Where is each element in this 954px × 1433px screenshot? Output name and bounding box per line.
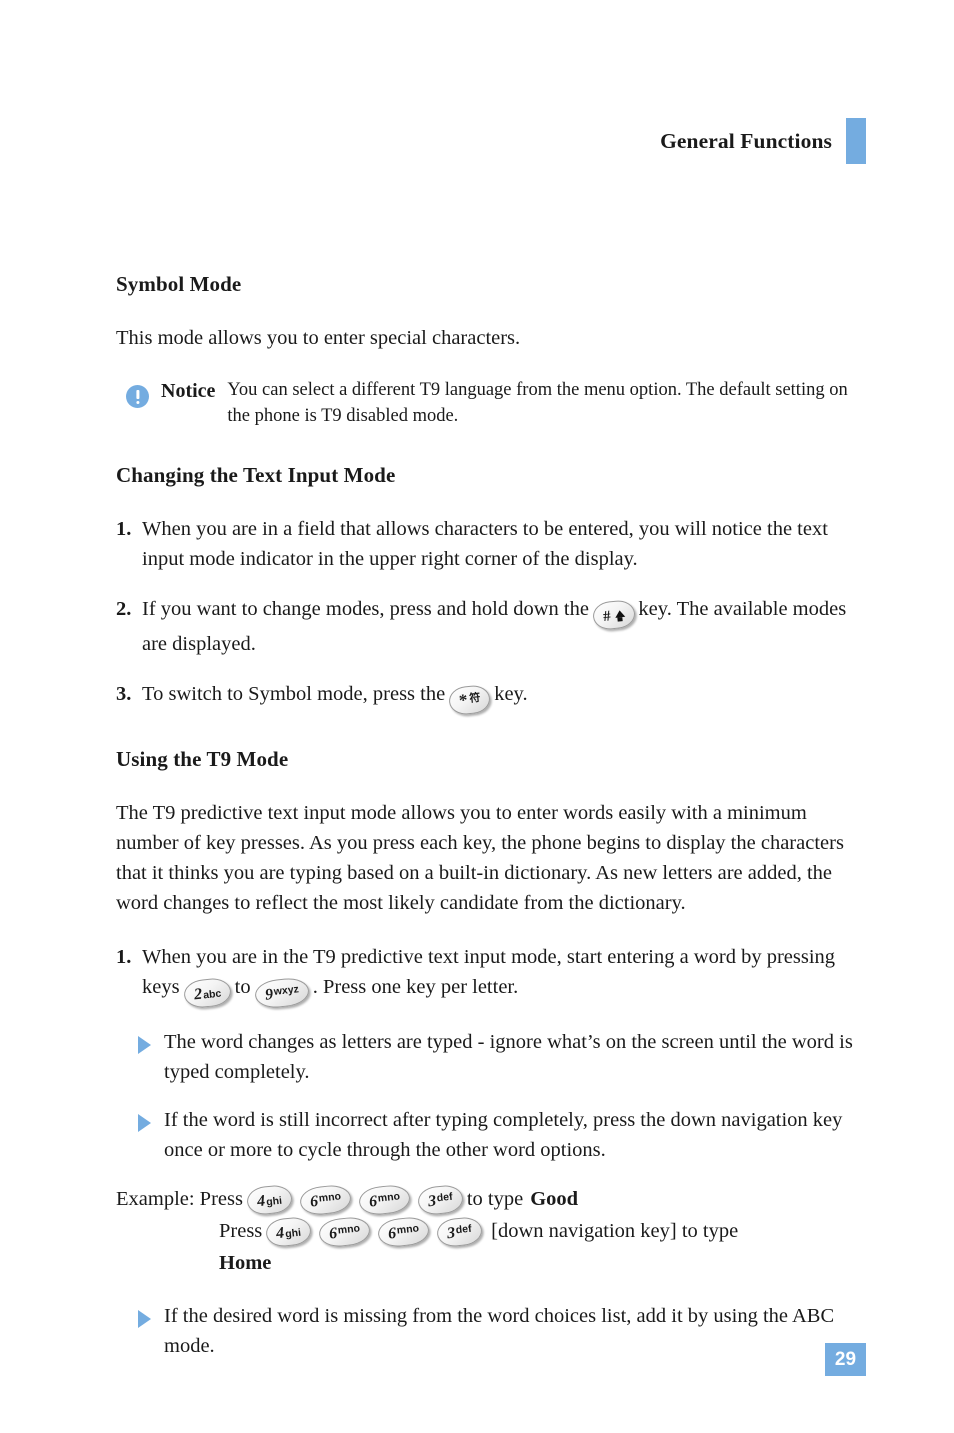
example-row-home: Press 4ghi 6mno 6mno 3def [down navigati… xyxy=(116,1214,858,1248)
step-text-before: If you want to change modes, press and h… xyxy=(142,598,589,620)
step-number: 1. xyxy=(116,518,132,540)
phone-key-6mno-icon: 6mno xyxy=(317,1214,372,1248)
list-item-t9-bullet-3: If the desired word is missing from the … xyxy=(116,1301,858,1361)
example-press-label: Press xyxy=(219,1219,263,1242)
phone-key-digit: 2 xyxy=(192,985,203,1004)
step-text: To switch to Symbol mode, press the *符 key… xyxy=(142,679,858,716)
phone-key-digit: 6 xyxy=(368,1192,378,1211)
phone-key-letters: mno xyxy=(317,1189,342,1205)
phone-key-letters: def xyxy=(455,1222,473,1236)
bullet-text: If the desired word is missing from the … xyxy=(164,1304,835,1357)
phone-key-digit: 9 xyxy=(263,985,274,1004)
step-text: When you are in the T9 predictive text i… xyxy=(142,942,858,1010)
list-item-step-2: 2. If you want to change modes, press an… xyxy=(116,594,858,659)
info-exclamation-icon xyxy=(126,385,149,408)
step-text-after: . Press one key per letter. xyxy=(312,976,519,998)
phone-key-3def-icon: 3def xyxy=(436,1215,484,1248)
phone-key-9wxyz-icon: 9wxyz xyxy=(253,976,311,1010)
example-row-home-word: Home xyxy=(116,1247,858,1279)
phone-key-letters: mno xyxy=(377,1189,401,1205)
paragraph-symbol-mode: This mode allows you to enter special ch… xyxy=(116,327,521,349)
list-item-t9-step-1: 1. When you are in the T9 predictive tex… xyxy=(116,942,858,1010)
heading-using-t9-mode: Using the T9 Mode xyxy=(116,747,289,771)
example-block: Example: Press 4ghi 6mno 6mno 3def to ty… xyxy=(116,1182,858,1279)
page-header: General Functions xyxy=(660,118,866,164)
step-text-after: key. xyxy=(494,682,528,705)
heading-symbol-mode: Symbol Mode xyxy=(116,272,242,296)
phone-key-letters: abc xyxy=(202,987,222,1002)
list-item-t9-bullet-1: The word changes as letters are typed - … xyxy=(116,1027,858,1087)
phone-key-digit: 4 xyxy=(275,1223,286,1242)
example-label: Example: Press xyxy=(116,1187,243,1210)
paragraph-t9-mode: The T9 predictive text input mode allows… xyxy=(116,802,844,914)
phone-key-star-icon: *符 xyxy=(447,683,492,716)
phone-key-digit: 6 xyxy=(308,1192,319,1211)
step-text: If you want to change modes, press and h… xyxy=(142,594,858,659)
phone-key-2abc-icon: 2abc xyxy=(182,976,232,1009)
step-number: 3. xyxy=(116,682,132,705)
notice-label: Notice xyxy=(161,380,216,402)
notice-text: You can select a different T9 language f… xyxy=(227,380,848,426)
heading-changing-text-input-mode: Changing the Text Input Mode xyxy=(116,463,396,487)
example-word-good: Good xyxy=(530,1187,579,1210)
phone-key-letters: ghi xyxy=(265,1194,283,1208)
document-content: Symbol Mode This mode allows you to ente… xyxy=(116,272,858,1379)
bullet-text: If the word is still incorrect after typ… xyxy=(164,1108,843,1161)
example-to-type: to type xyxy=(466,1187,524,1210)
cjk-symbol-icon: 符 xyxy=(468,690,481,705)
phone-key-digit: * xyxy=(458,689,469,710)
phone-key-letters: mno xyxy=(337,1221,361,1237)
shift-arrow-icon xyxy=(614,609,625,618)
step-text-before: To switch to Symbol mode, press the xyxy=(142,682,446,705)
step-number: 2. xyxy=(116,598,132,620)
example-word-home: Home xyxy=(219,1251,272,1274)
phone-key-letters: wxyz xyxy=(272,983,300,998)
notice-block: Notice You can select a different T9 lan… xyxy=(116,377,858,429)
triangle-bullet-icon xyxy=(138,1113,151,1132)
phone-key-letters: mno xyxy=(396,1221,420,1237)
example-down-nav-text: [down navigation key] to type xyxy=(491,1219,739,1242)
phone-key-hash-icon: # xyxy=(591,598,636,631)
phone-key-3def-icon: 3def xyxy=(416,1183,465,1216)
phone-key-digit: 4 xyxy=(256,1191,266,1210)
page-title: General Functions xyxy=(660,128,832,153)
example-row-good: Example: Press 4ghi 6mno 6mno 3def to ty… xyxy=(116,1182,858,1216)
list-item-step-1: 1. When you are in a field that allows c… xyxy=(116,514,858,574)
triangle-bullet-icon xyxy=(138,1309,151,1328)
phone-key-4ghi-icon: 4ghi xyxy=(264,1215,313,1248)
page-number-badge: 29 xyxy=(825,1343,866,1376)
phone-key-letters: def xyxy=(436,1190,454,1204)
step-number: 1. xyxy=(116,946,132,968)
phone-key-4ghi-icon: 4ghi xyxy=(245,1183,294,1216)
header-marker-bar xyxy=(846,118,866,164)
phone-key-digit: # xyxy=(602,608,612,626)
triangle-bullet-icon xyxy=(138,1035,151,1054)
list-item-t9-bullet-2: If the word is still incorrect after typ… xyxy=(116,1105,858,1165)
step-text: When you are in a field that allows char… xyxy=(142,518,828,570)
phone-key-6mno-icon: 6mno xyxy=(298,1182,353,1216)
list-item-step-3: 3. To switch to Symbol mode, press the *符… xyxy=(116,679,858,716)
phone-key-letters: ghi xyxy=(284,1226,302,1240)
step-text-middle: to xyxy=(234,976,251,998)
phone-key-6mno-icon: 6mno xyxy=(376,1214,431,1248)
bullet-text: The word changes as letters are typed - … xyxy=(164,1030,853,1083)
phone-key-6mno-icon: 6mno xyxy=(357,1182,412,1216)
